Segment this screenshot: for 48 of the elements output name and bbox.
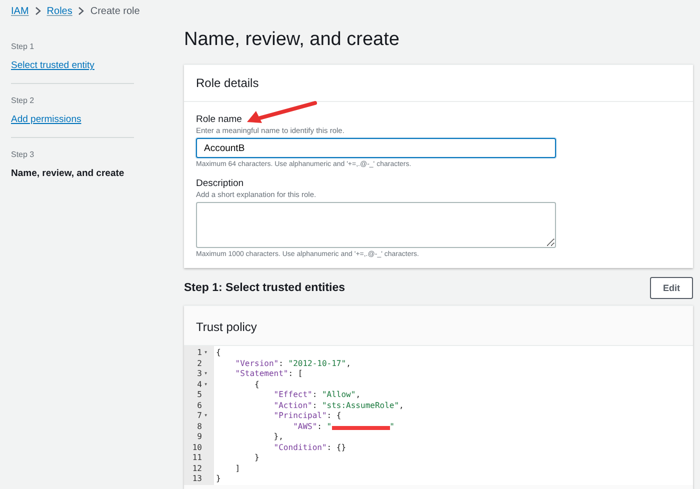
breadcrumb-current: Create role xyxy=(90,6,140,16)
section-title: Step 1: Select trusted entities xyxy=(184,282,346,294)
role-name-field[interactable]: AccountB xyxy=(196,138,556,158)
line-number: 12 xyxy=(191,464,202,474)
line-number: 8 xyxy=(196,422,202,432)
code-line: "Condition": {} xyxy=(272,442,348,453)
line-number: 3 xyxy=(196,369,202,380)
code-line: } xyxy=(254,453,260,464)
line-number: 5 xyxy=(196,390,202,400)
step-number: Step 1 xyxy=(11,42,34,51)
code-line: "AWS": " " xyxy=(292,422,396,432)
breadcrumb-link[interactable]: Roles xyxy=(46,6,72,16)
breadcrumb-link[interactable]: IAM xyxy=(11,6,29,16)
current-step: Name, review, and create xyxy=(11,168,124,179)
line-number: 10 xyxy=(191,442,202,453)
step-number: Step 2 xyxy=(11,96,34,105)
code-line: "Statement": [ xyxy=(234,369,304,380)
code-line: "Principal": { xyxy=(272,411,342,422)
chevron-right-icon xyxy=(78,7,84,15)
redaction-bar xyxy=(332,426,390,430)
line-number: 7 xyxy=(196,411,202,422)
code-line: } xyxy=(216,474,222,484)
step-link[interactable]: Add permissions xyxy=(11,114,82,125)
line-number: 6 xyxy=(196,400,202,411)
code-line: { xyxy=(216,348,222,358)
chevron-right-icon xyxy=(34,7,41,15)
code-line: { xyxy=(254,380,260,390)
code-line: }, xyxy=(272,432,284,442)
step-number: Step 3 xyxy=(11,150,34,159)
card-title: Role details xyxy=(196,76,259,90)
card-title: Trust policy xyxy=(196,320,257,334)
code-line: "Effect": "Allow", xyxy=(272,390,362,400)
edit-button[interactable]: Edit xyxy=(650,277,693,299)
code-line: "Version": "2012-10-17", xyxy=(234,358,352,369)
line-number: 13 xyxy=(191,474,202,484)
arrow-annotation xyxy=(246,100,318,124)
code-line: "Action": "sts:AssumeRole", xyxy=(272,400,404,411)
field-label: Role name xyxy=(196,114,243,125)
description-field[interactable] xyxy=(196,202,556,248)
code-line: ] xyxy=(234,464,242,474)
page-title: Name, review, and create xyxy=(184,29,400,51)
line-number: 9 xyxy=(196,432,202,442)
field-label: Description xyxy=(196,178,245,189)
line-number: 1 xyxy=(196,348,202,358)
line-number: 11 xyxy=(191,453,202,464)
line-number: 4 xyxy=(196,380,202,390)
step-link[interactable]: Select trusted entity xyxy=(11,60,94,71)
line-number: 2 xyxy=(196,358,202,369)
